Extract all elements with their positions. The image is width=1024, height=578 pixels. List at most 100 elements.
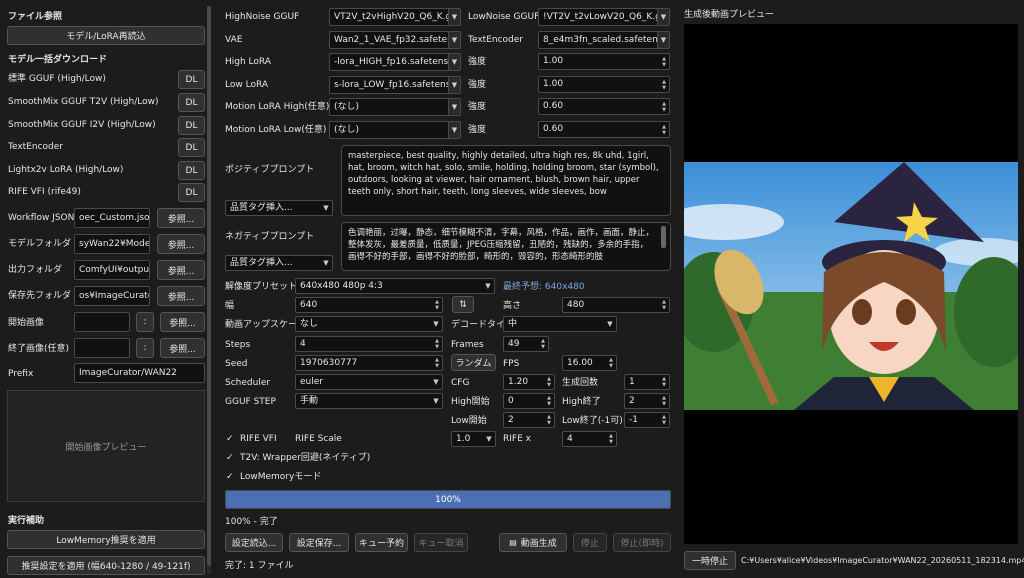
decode-tile-select[interactable]: 中 ▼ bbox=[503, 316, 617, 332]
lora-select[interactable]: (なし) ▼ bbox=[329, 98, 461, 116]
select-value: VT2V_t2vHighV20_Q6_K.gguf bbox=[334, 12, 461, 22]
rife-vfi-checkbox[interactable]: ✓ RIFE VFI bbox=[226, 433, 277, 445]
dl-button[interactable]: DL bbox=[178, 93, 205, 112]
rife-scale-select[interactable]: 1.0 ▼ bbox=[451, 431, 496, 447]
save-settings-button[interactable]: 設定保存... bbox=[289, 533, 349, 552]
positive-quality-tag-select[interactable]: 品質タグ挿入... ▼ bbox=[225, 200, 333, 216]
reload-models-button[interactable]: モデル/LoRA再読込 bbox=[7, 26, 205, 45]
spin-arrows-icon[interactable]: ▲ ▼ bbox=[660, 413, 668, 427]
strength-spinbox[interactable]: 0.60 ▲ ▼ bbox=[538, 121, 670, 138]
dl-button[interactable]: DL bbox=[178, 183, 205, 202]
dl-button[interactable]: DL bbox=[178, 70, 205, 89]
lowmemory-checkbox[interactable]: ✓ LowMemoryモード bbox=[226, 471, 321, 483]
lora-select[interactable]: -lora_HIGH_fp16.safetensors ▼ bbox=[329, 53, 461, 71]
high-end-spinbox[interactable]: 2 ▲ ▼ bbox=[624, 393, 670, 409]
progress-bar: 100% bbox=[225, 490, 671, 509]
end-image-field[interactable] bbox=[74, 338, 130, 358]
browse-button[interactable]: 参照... bbox=[157, 234, 205, 254]
lownoise-gguf-select[interactable]: !VT2V_t2vLowV20_Q6_K.gguf ▼ bbox=[538, 8, 670, 26]
high-start-label: High開始 bbox=[451, 397, 490, 407]
spin-arrows-icon[interactable]: ▲ ▼ bbox=[433, 298, 441, 312]
browse-button[interactable]: 参照... bbox=[157, 208, 205, 228]
spin-arrows-icon[interactable]: ▲ ▼ bbox=[660, 99, 668, 114]
spin-arrows-icon[interactable]: ▲ ▼ bbox=[607, 356, 615, 370]
chevron-down-icon: ▼ bbox=[433, 378, 439, 386]
stop-immediate-button[interactable]: 停止(即時) bbox=[613, 533, 671, 552]
generate-video-button[interactable]: ▤ 動画生成 bbox=[499, 533, 567, 552]
highnoise-gguf-select[interactable]: VT2V_t2vHighV20_Q6_K.gguf ▼ bbox=[329, 8, 461, 26]
spin-arrows-icon[interactable]: ▲ ▼ bbox=[545, 394, 553, 408]
video-preview[interactable] bbox=[684, 24, 1018, 544]
spin-arrows-icon[interactable]: ▲ ▼ bbox=[660, 394, 668, 408]
strength-spinbox[interactable]: 1.00 ▲ ▼ bbox=[538, 53, 670, 70]
start-image-browse-button[interactable]: 参照... bbox=[160, 312, 205, 332]
spin-arrows-icon[interactable]: ▲ ▼ bbox=[433, 356, 441, 370]
left-scrollbar-thumb[interactable] bbox=[207, 6, 211, 566]
end-image-colon-button[interactable]: : bbox=[136, 338, 154, 358]
spin-arrows-icon[interactable]: ▲ ▼ bbox=[660, 375, 668, 389]
steps-spinbox[interactable]: 4 ▲ ▼ bbox=[295, 336, 443, 352]
workflow-json-field[interactable]: oec_Custom.json bbox=[74, 208, 150, 228]
check-icon: ✓ bbox=[226, 434, 234, 444]
lora-label: High LoRA bbox=[225, 57, 271, 67]
queue-button[interactable]: キュー予約 bbox=[355, 533, 408, 552]
spin-arrows-icon[interactable]: ▲ ▼ bbox=[539, 337, 547, 351]
width-spinbox[interactable]: 640 ▲ ▼ bbox=[295, 297, 443, 313]
seed-spinbox[interactable]: 1970630777 ▲ ▼ bbox=[295, 355, 443, 371]
strength-label: 強度 bbox=[468, 57, 487, 67]
spin-arrows-icon[interactable]: ▲ ▼ bbox=[607, 432, 615, 446]
t2v-wrapper-checkbox[interactable]: ✓ T2V: Wrapper回避(ネイティブ) bbox=[226, 452, 370, 464]
resolution-preset-select[interactable]: 640x480 480p 4:3 ▼ bbox=[295, 278, 495, 294]
gen-count-spinbox[interactable]: 1 ▲ ▼ bbox=[624, 374, 670, 390]
upscale-label: 動画アップスケール bbox=[225, 320, 307, 330]
pause-button[interactable]: 一時停止 bbox=[684, 551, 736, 570]
prefix-field[interactable]: ImageCurator/WAN22 bbox=[74, 363, 205, 383]
height-spinbox[interactable]: 480 ▲ ▼ bbox=[562, 297, 670, 313]
strength-spinbox[interactable]: 1.00 ▲ ▼ bbox=[538, 76, 670, 93]
lowmem-recommend-button[interactable]: LowMemory推奨を適用 bbox=[7, 530, 205, 549]
end-image-browse-button[interactable]: 参照... bbox=[160, 338, 205, 358]
high-start-spinbox[interactable]: 0 ▲ ▼ bbox=[503, 393, 555, 409]
save-folder-field[interactable]: os¥ImageCurator bbox=[74, 286, 150, 306]
spin-arrows-icon[interactable]: ▲ ▼ bbox=[545, 375, 553, 389]
rife-x-spinbox[interactable]: 4 ▲ ▼ bbox=[562, 431, 617, 447]
cfg-spinbox[interactable]: 1.20 ▲ ▼ bbox=[503, 374, 555, 390]
start-image-field[interactable] bbox=[74, 312, 130, 332]
recommend-settings-button[interactable]: 推奨設定を適用 (幅640-1280 / 49-121f) bbox=[7, 556, 205, 575]
gguf-step-select[interactable]: 手動 ▼ bbox=[295, 393, 443, 409]
negative-scrollbar-thumb[interactable] bbox=[661, 226, 666, 248]
stop-button[interactable]: 停止 bbox=[573, 533, 607, 552]
spin-arrows-icon[interactable]: ▲ ▼ bbox=[660, 298, 668, 312]
scheduler-select[interactable]: euler ▼ bbox=[295, 374, 443, 390]
upscale-select[interactable]: なし ▼ bbox=[295, 316, 443, 332]
load-settings-button[interactable]: 設定読込... bbox=[225, 533, 283, 552]
strength-spinbox[interactable]: 0.60 ▲ ▼ bbox=[538, 98, 670, 115]
lora-select[interactable]: (なし) ▼ bbox=[329, 121, 461, 139]
spin-arrows-icon[interactable]: ▲ ▼ bbox=[433, 337, 441, 351]
dl-button[interactable]: DL bbox=[178, 116, 205, 135]
low-start-spinbox[interactable]: 2 ▲ ▼ bbox=[503, 412, 555, 428]
swap-size-button[interactable]: ⇅ bbox=[452, 296, 474, 313]
vae-select[interactable]: Wan2_1_VAE_fp32.safetensors ▼ bbox=[329, 31, 461, 49]
lora-select[interactable]: s-lora_LOW_fp16.safetensors ▼ bbox=[329, 76, 461, 94]
queue-cancel-button[interactable]: キュー取消 bbox=[414, 533, 468, 552]
spin-arrows-icon[interactable]: ▲ ▼ bbox=[660, 54, 668, 69]
random-seed-button[interactable]: ランダム bbox=[451, 354, 496, 371]
fps-spinbox[interactable]: 16.00 ▲ ▼ bbox=[562, 355, 617, 371]
model-folder-field[interactable]: syWan22¥Model bbox=[74, 234, 150, 254]
browse-button[interactable]: 参照... bbox=[157, 260, 205, 280]
low-end-spinbox[interactable]: -1 ▲ ▼ bbox=[624, 412, 670, 428]
frames-spinbox[interactable]: 49 ▲ ▼ bbox=[503, 336, 549, 352]
spin-arrows-icon[interactable]: ▲ ▼ bbox=[660, 77, 668, 92]
spin-arrows-icon[interactable]: ▲ ▼ bbox=[660, 122, 668, 137]
browse-button[interactable]: 参照... bbox=[157, 286, 205, 306]
negative-quality-tag-select[interactable]: 品質タグ挿入... ▼ bbox=[225, 255, 333, 271]
textencoder-select[interactable]: 8_e4m3fn_scaled.safetensors ▼ bbox=[538, 31, 670, 49]
start-image-colon-button[interactable]: : bbox=[136, 312, 154, 332]
positive-prompt-textarea[interactable]: masterpiece, best quality, highly detail… bbox=[341, 145, 671, 216]
dl-button[interactable]: DL bbox=[178, 138, 205, 157]
output-folder-field[interactable]: ComfyUI¥output bbox=[74, 260, 150, 280]
negative-prompt-textarea[interactable]: 色调艳丽，过曝，静态，细节模糊不清，字幕，风格，作品，画作，画面，静止，整体发灰… bbox=[341, 222, 671, 271]
spin-arrows-icon[interactable]: ▲ ▼ bbox=[545, 413, 553, 427]
dl-button[interactable]: DL bbox=[178, 161, 205, 180]
